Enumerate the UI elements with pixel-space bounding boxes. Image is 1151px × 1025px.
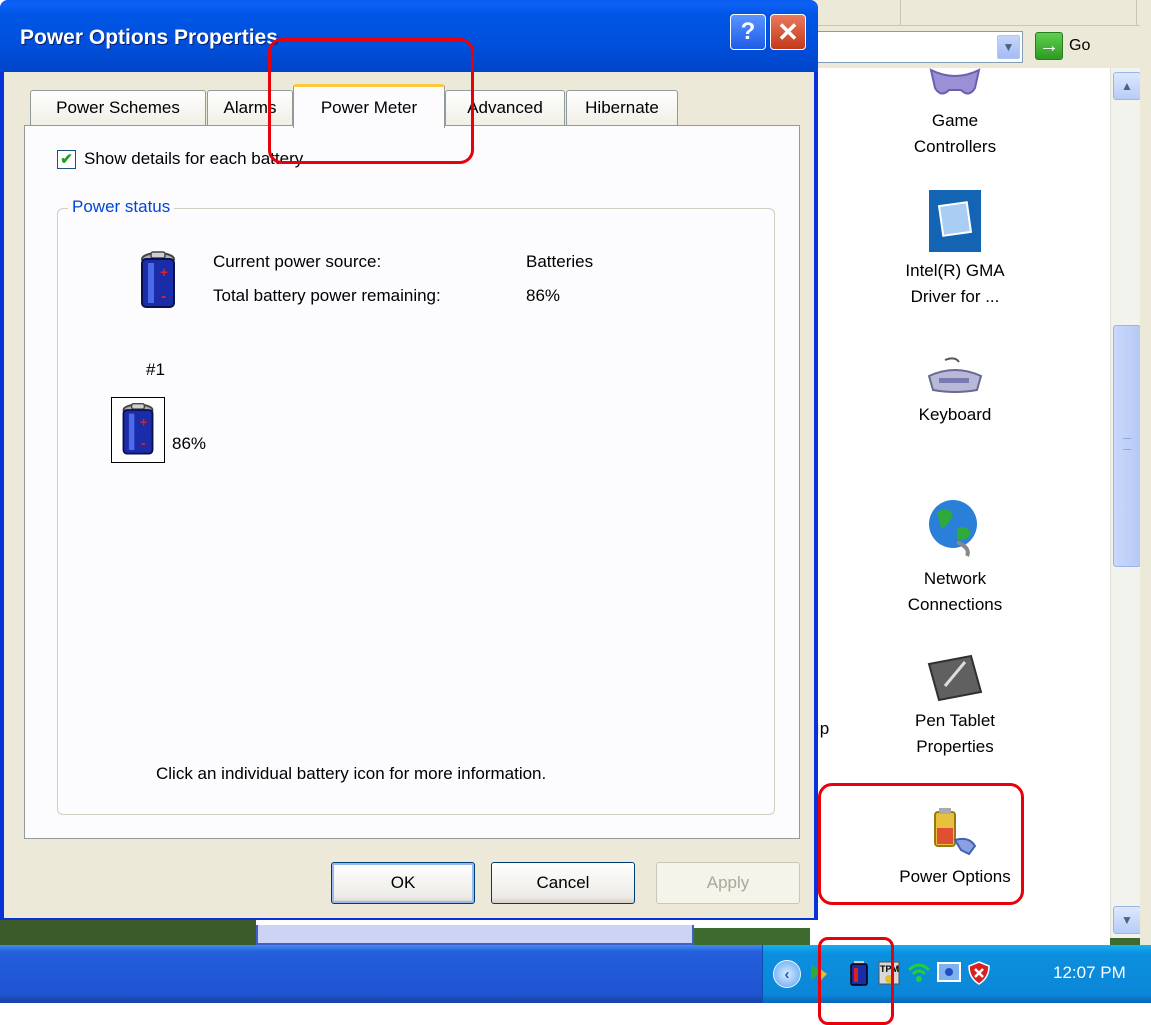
tab-power-meter[interactable]: Power Meter (293, 84, 445, 128)
battery-1-button[interactable]: + - (111, 397, 165, 463)
chevron-down-icon: ▼ (1121, 913, 1133, 927)
power-status-group: Power status + - Current power source: B… (57, 197, 775, 815)
cp-item-pen-tablet[interactable]: Pen Tablet Properties (870, 652, 1040, 760)
scroll-up-button[interactable]: ▲ (1113, 72, 1141, 100)
go-arrow-icon: → (1035, 32, 1063, 60)
battery-icon: + - (141, 251, 175, 308)
battery-hint-text: Click an individual battery icon for mor… (156, 764, 547, 783)
scroll-thumb[interactable] (1113, 325, 1141, 567)
cp-item-network-connections[interactable]: Network Connections (870, 498, 1040, 618)
address-input[interactable]: ▼ (810, 31, 1023, 63)
keyboard-icon (927, 357, 983, 393)
display-icon[interactable] (937, 960, 961, 986)
go-label: Go (1069, 37, 1091, 54)
dialog-body: Power Schemes Alarms Power Meter Advance… (4, 72, 814, 918)
tab-power-schemes[interactable]: Power Schemes (30, 90, 206, 125)
chevron-up-icon: ▲ (1121, 79, 1133, 93)
cp-item-game-controllers[interactable]: Game Controllers (870, 66, 1040, 160)
chevron-down-icon: ▼ (1002, 40, 1015, 54)
svg-text:+: + (160, 264, 168, 280)
address-dropdown-button[interactable]: ▼ (997, 35, 1020, 59)
show-hidden-icon[interactable]: ‹ (773, 960, 801, 988)
close-button[interactable]: ✕ (770, 14, 806, 50)
remaining-label: Total battery power remaining: (213, 286, 441, 305)
power-meter-page: ✔ Show details for each battery. Power s… (24, 125, 800, 839)
screen-margin (0, 1003, 1151, 1019)
game-controller-icon (929, 68, 981, 95)
cp-item-intel-gma[interactable]: Intel(R) GMA Driver for ... (870, 190, 1040, 310)
security-shield-icon[interactable] (967, 960, 991, 986)
remaining-value: 86% (526, 286, 561, 305)
ok-button[interactable]: OK (331, 862, 475, 904)
address-bar: ▼ → Go (810, 26, 1151, 68)
network-globe-icon (929, 500, 977, 557)
svg-text:-: - (141, 436, 146, 452)
cancel-button[interactable]: Cancel (491, 862, 635, 904)
window-border (1140, 0, 1151, 945)
vertical-scrollbar[interactable]: ▲ ▼ (1110, 68, 1141, 938)
battery-icon: + - (122, 402, 154, 455)
wireless-icon[interactable] (907, 960, 931, 986)
intel-gma-icon (929, 190, 981, 252)
desktop-background (0, 920, 256, 945)
battery-1-percent: 86% (172, 434, 207, 453)
current-source-label: Current power source: (213, 252, 382, 271)
show-details-checkbox[interactable]: ✔ (57, 149, 76, 169)
scroll-down-button[interactable]: ▼ (1113, 906, 1141, 934)
annotation-tray-battery (818, 937, 894, 1025)
tab-hibernate[interactable]: Hibernate (566, 90, 678, 125)
cp-item-keyboard[interactable]: Keyboard (870, 356, 1040, 428)
apply-button[interactable]: Apply (656, 862, 800, 904)
dialog-title: Power Options Properties (20, 26, 278, 49)
clock[interactable]: 12:07 PM (1053, 963, 1126, 983)
help-button[interactable]: ? (730, 14, 766, 50)
checkmark-icon: ✔ (60, 151, 73, 168)
help-icon: ? (740, 18, 756, 45)
annotation-power-options-item (818, 783, 1024, 905)
background-window-edge (256, 925, 694, 945)
close-icon: ✕ (777, 16, 799, 47)
toolbar-strip (810, 0, 1151, 26)
battery-index-label: #1 (146, 360, 165, 379)
svg-text:-: - (161, 288, 166, 305)
pen-tablet-icon (927, 654, 983, 702)
power-status-label: Power status (68, 197, 175, 217)
current-source-value: Batteries (526, 252, 594, 271)
go-button[interactable]: → Go (1035, 32, 1090, 60)
taskbar: ‹ TPM 12:07 PM (0, 945, 1151, 1003)
svg-text:+: + (140, 414, 147, 429)
